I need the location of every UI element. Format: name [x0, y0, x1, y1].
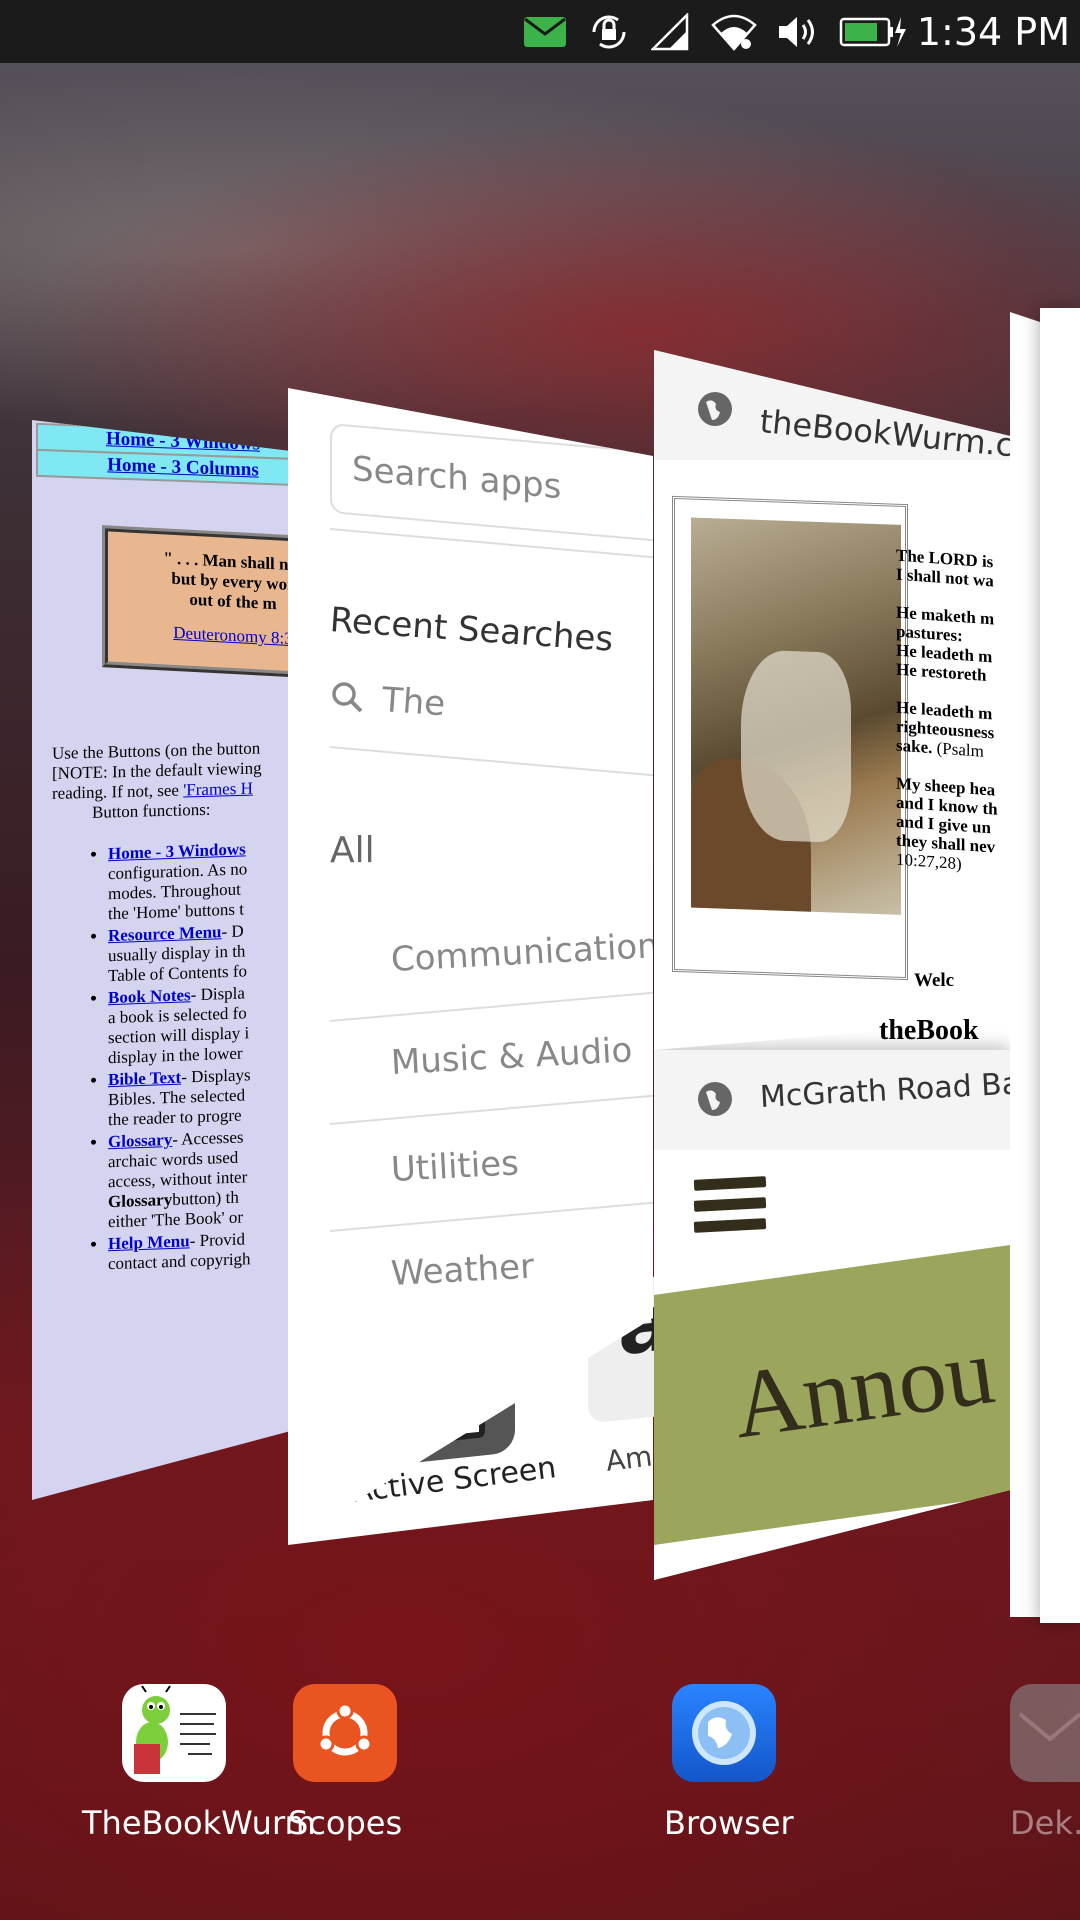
recent-search-item[interactable]: The	[381, 680, 447, 724]
partial-app-card[interactable]	[1010, 312, 1040, 1617]
list-text: either 'The Book' or	[108, 1207, 244, 1232]
intro-line: reading. If not, see	[52, 780, 184, 803]
frames-help-link[interactable]: 'Frames H	[183, 779, 253, 800]
battery-charging-icon[interactable]	[838, 0, 908, 63]
dock-item-thebookwurm[interactable]: TheBookWurm	[32, 1684, 316, 1842]
welcome-heading: Welc	[914, 970, 955, 991]
category-utilities[interactable]: Utilities	[390, 1143, 520, 1190]
divider	[329, 1201, 653, 1232]
volume-icon[interactable]	[776, 0, 820, 63]
rotation-lock-icon[interactable]	[586, 0, 632, 63]
list-text: the 'Home' buttons t	[108, 899, 244, 924]
list-text: Glossary	[108, 1189, 173, 1212]
list-text: display in the lower	[108, 1043, 243, 1068]
book-notes-link[interactable]: Book Notes	[108, 985, 191, 1007]
list-text: - D	[221, 921, 244, 942]
glossary-link[interactable]: Glossary	[108, 1130, 172, 1151]
list-text: Table of Contents fo	[108, 961, 248, 986]
all-category-header[interactable]: All	[330, 830, 375, 871]
site-name-heading: theBook	[879, 1015, 979, 1046]
browser-tab-title[interactable]: McGrath Road Baptis	[759, 1064, 1010, 1115]
resource-menu-link[interactable]: Resource Menu	[108, 922, 221, 945]
list-text: - Provid	[189, 1229, 245, 1251]
list-text: - Accesses	[172, 1127, 244, 1149]
bookworm-app-icon[interactable]	[121, 1684, 226, 1782]
browser-card-mcgrath[interactable]: McGrath Road Baptis Annou	[654, 1050, 1010, 1580]
bookwurm-app-card[interactable]: Home - 3 Windows Home - 3 Columns " . . …	[32, 420, 332, 1500]
divider	[329, 991, 653, 1022]
status-bar[interactable]: 1:34 PM	[0, 0, 1080, 63]
mail-icon[interactable]	[522, 0, 568, 63]
psalm-text: The LORD is I shall not wa He maketh m p…	[896, 546, 1010, 878]
category-weather[interactable]: Weather	[390, 1247, 535, 1294]
list-text: contact and copyrigh	[108, 1249, 251, 1274]
recent-searches-title: Recent Searches	[328, 600, 615, 660]
category-music-audio[interactable]: Music & Audio	[390, 1030, 633, 1083]
dock-item-browser[interactable]: Browser	[654, 1684, 794, 1842]
divider	[329, 1094, 653, 1125]
search-placeholder: Search apps	[352, 448, 562, 508]
bible-text-link[interactable]: Bible Text	[108, 1068, 181, 1090]
globe-icon	[698, 1082, 732, 1116]
painting-shepherd	[741, 649, 851, 844]
divider	[329, 746, 653, 777]
dock-label: Dek…	[1010, 1804, 1080, 1842]
search-icon	[330, 680, 364, 718]
partial-app-card[interactable]	[1040, 308, 1080, 1623]
browser-header: McGrath Road Baptis	[654, 1050, 1010, 1150]
list-text: - Displa	[190, 983, 245, 1005]
dock-item-dekko[interactable]: Dek…	[1010, 1684, 1080, 1842]
help-menu-link[interactable]: Help Menu	[108, 1231, 190, 1253]
painting-frame	[672, 495, 908, 981]
app-dock: TheBookWurm Scopes Browser Dek…	[0, 1660, 1080, 1920]
list-text: button) th	[172, 1187, 239, 1209]
list-text: - Displays	[181, 1065, 251, 1087]
hamburger-menu-icon[interactable]	[693, 1176, 767, 1241]
cellular-signal-icon	[650, 0, 690, 63]
category-communication[interactable]: Communication	[390, 926, 653, 980]
dock-label: TheBookWurm	[82, 1804, 316, 1842]
wifi-icon[interactable]	[710, 0, 758, 63]
psalm-line: sake.	[896, 735, 933, 758]
clock[interactable]: 1:34 PM	[917, 0, 1070, 63]
globe-icon	[698, 392, 732, 426]
dock-item-scopes[interactable]: Scopes	[288, 1684, 402, 1842]
shepherd-painting	[691, 517, 901, 915]
psalm-reference: (Psalm	[936, 738, 984, 761]
list-text: the reader to progre	[108, 1105, 242, 1130]
mail-envelope-icon[interactable]	[1010, 1684, 1080, 1782]
browser-page: The LORD is I shall not wa He maketh m p…	[664, 460, 1010, 981]
dock-label: Browser	[664, 1804, 794, 1842]
dock-label: Scopes	[288, 1804, 403, 1842]
ubuntu-scopes-icon[interactable]	[293, 1684, 398, 1782]
browser-globe-icon[interactable]	[671, 1684, 776, 1782]
